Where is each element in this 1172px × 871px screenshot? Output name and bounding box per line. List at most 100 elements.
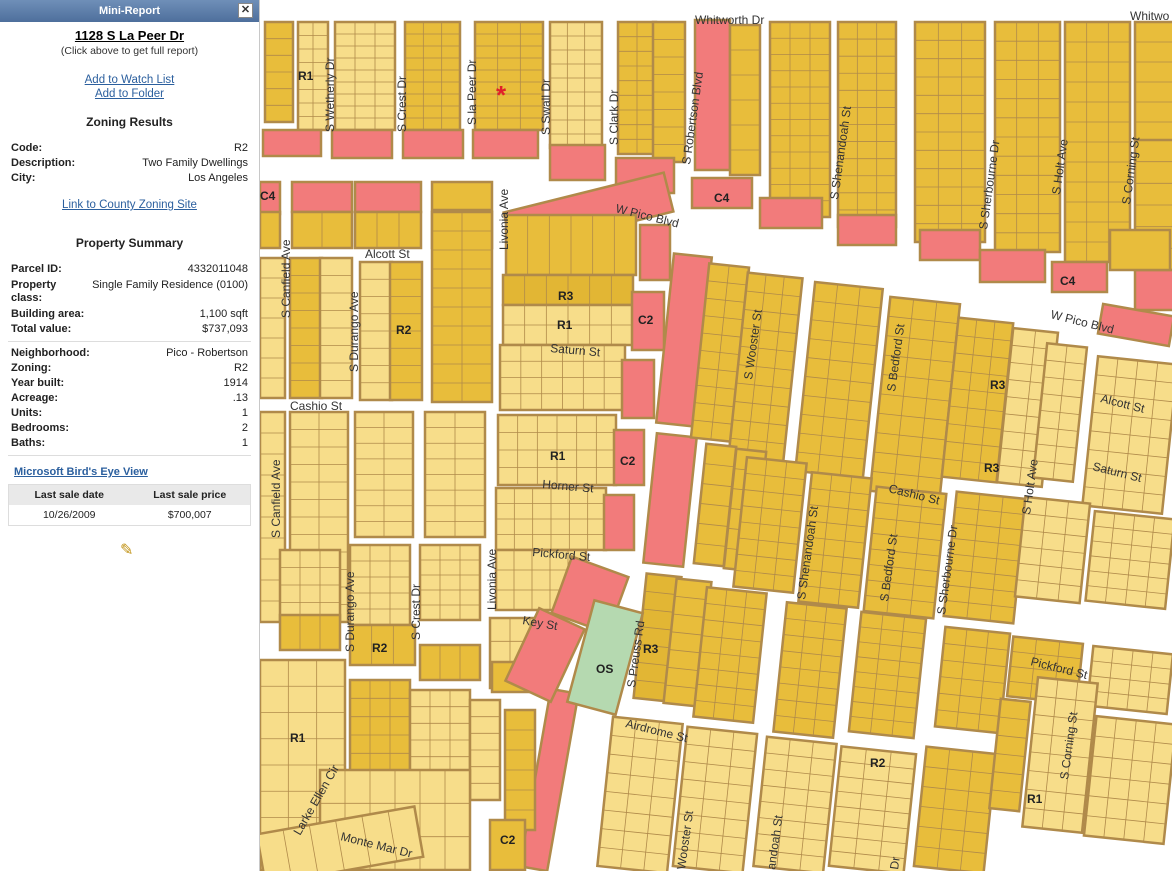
street-label: Whitwo — [1130, 9, 1170, 23]
block-outline — [418, 543, 482, 622]
block-outline — [418, 643, 482, 682]
zone-label: R2 — [372, 641, 388, 655]
mini-report-panel: Mini-Report ✕ 1128 S La Peer Dr (Click a… — [0, 0, 260, 871]
parcel-block — [353, 180, 423, 214]
street-label: S Clark Dr — [607, 90, 621, 145]
zone-label: R1 — [557, 318, 573, 332]
block-outline — [403, 20, 462, 132]
add-to-folder-link[interactable]: Add to Folder — [0, 87, 259, 101]
parcel-block — [620, 358, 656, 420]
close-icon[interactable]: ✕ — [238, 3, 253, 18]
street-label: S Swall Dr — [539, 79, 553, 135]
last-sale-row: 10/26/2009 $700,007 — [42, 509, 212, 521]
street-label: Livonia Ave — [485, 549, 499, 610]
parcel-block — [504, 213, 638, 277]
parcel-block — [1084, 509, 1172, 611]
block-outline — [401, 128, 465, 160]
last-sale-header: Last sale date Last sale price — [9, 485, 250, 505]
parcel-block — [548, 143, 607, 182]
block-outline — [278, 613, 342, 652]
parcel-block — [978, 248, 1047, 284]
parcel-block — [602, 493, 636, 552]
street-label: S Durango Ave — [343, 571, 357, 652]
parcel-block — [616, 20, 658, 156]
parcel-block — [418, 643, 482, 682]
zoning-map-canvas[interactable]: Whitworth Dr WhitwoW Pico BlvdW Pico Blvd… — [260, 0, 1172, 871]
parcel-block — [333, 20, 397, 132]
street-label: S Wetherly Dr — [323, 58, 337, 132]
neighborhood-row: Neighborhood: Pico - Robertson — [11, 347, 248, 359]
zone-label: OS — [596, 662, 613, 676]
zone-label: C2 — [500, 833, 516, 847]
parcel-block — [836, 213, 898, 247]
zone-label: C4 — [1060, 274, 1076, 288]
birds-eye-view-link[interactable]: Microsoft Bird's Eye View — [0, 466, 259, 478]
units-row: Units: 1 — [11, 407, 248, 419]
block-outline — [353, 180, 423, 214]
parcel-block — [1133, 20, 1172, 144]
parcel-block — [728, 23, 762, 177]
parcel-block — [403, 20, 462, 132]
county-zoning-link[interactable]: Link to County Zoning Site — [0, 198, 259, 212]
street-label: S Canfield Ave — [269, 459, 283, 538]
street-label: S Canfield Ave — [279, 239, 293, 318]
zone-label: R3 — [558, 289, 574, 303]
parcel-block — [288, 256, 324, 400]
parcel-block — [651, 20, 687, 164]
building-area-row: Building area: 1,100 sqft — [11, 308, 248, 320]
parcel-block — [1108, 228, 1172, 272]
zone-label: R3 — [990, 378, 1006, 392]
property-address-link[interactable]: 1128 S La Peer Dr — [0, 28, 259, 43]
block-outline — [548, 20, 604, 150]
zone-label: R3 — [984, 461, 1000, 475]
acreage-row: Acreage: .13 — [11, 392, 248, 404]
zoning-row: Zoning: R2 — [11, 362, 248, 374]
pencil-icon[interactable]: ✎ — [120, 540, 133, 560]
parcel-block — [913, 20, 987, 244]
parcel-block — [1082, 714, 1172, 846]
street-label: S Crest Dr — [409, 584, 423, 640]
zone-label: R3 — [643, 642, 659, 656]
zoning-description-row: Description: Two Family Dwellings — [11, 157, 248, 169]
zoning-map[interactable]: Whitworth Dr Whitwo W Pico Blvd W Pico Blvd… — [260, 0, 1172, 871]
block-outline — [260, 210, 282, 250]
zone-label: R1 — [298, 69, 314, 83]
parcel-block — [691, 585, 769, 725]
block-outline — [638, 223, 672, 282]
parcel-block — [768, 20, 832, 219]
zoning-results-heading: Zoning Results — [86, 115, 173, 129]
parcel-block — [263, 20, 295, 124]
street-label: S Crest Dr — [395, 76, 409, 132]
address-hint: (Click above to get full report) — [60, 45, 199, 57]
bedrooms-row: Bedrooms: 2 — [11, 422, 248, 434]
block-outline — [430, 180, 494, 212]
block-outline — [333, 20, 397, 132]
add-to-watch-list-link[interactable]: Add to Watch List — [0, 73, 259, 87]
zone-label: C2 — [638, 313, 654, 327]
parcel-block — [1063, 20, 1132, 264]
street-label: Livonia Ave — [497, 189, 511, 250]
property-marker-icon[interactable]: * — [496, 80, 507, 110]
zone-label: C4 — [260, 189, 276, 203]
street-label: Alcott St — [365, 247, 410, 261]
street-label: Dr — [887, 856, 903, 870]
total-value-row: Total value: $737,093 — [11, 323, 248, 335]
parcel-block — [468, 698, 502, 802]
parcel-block — [348, 543, 412, 627]
parcel-block — [260, 210, 282, 250]
block-outline — [473, 20, 545, 132]
zoning-code-row: Code: R2 — [11, 142, 248, 154]
parcel-block — [353, 410, 415, 539]
parcel-block — [1085, 644, 1172, 716]
parcel-block — [1133, 268, 1172, 312]
parcel-block — [471, 128, 540, 160]
block-outline — [348, 543, 412, 627]
property-summary-heading: Property Summary — [75, 236, 184, 250]
zone-label: R2 — [396, 323, 412, 337]
block-outline — [330, 128, 394, 160]
parcel-block — [423, 410, 487, 539]
parcel-block — [330, 128, 394, 160]
parcel-block — [261, 128, 323, 158]
divider — [8, 455, 251, 456]
parcel-block — [418, 543, 482, 622]
